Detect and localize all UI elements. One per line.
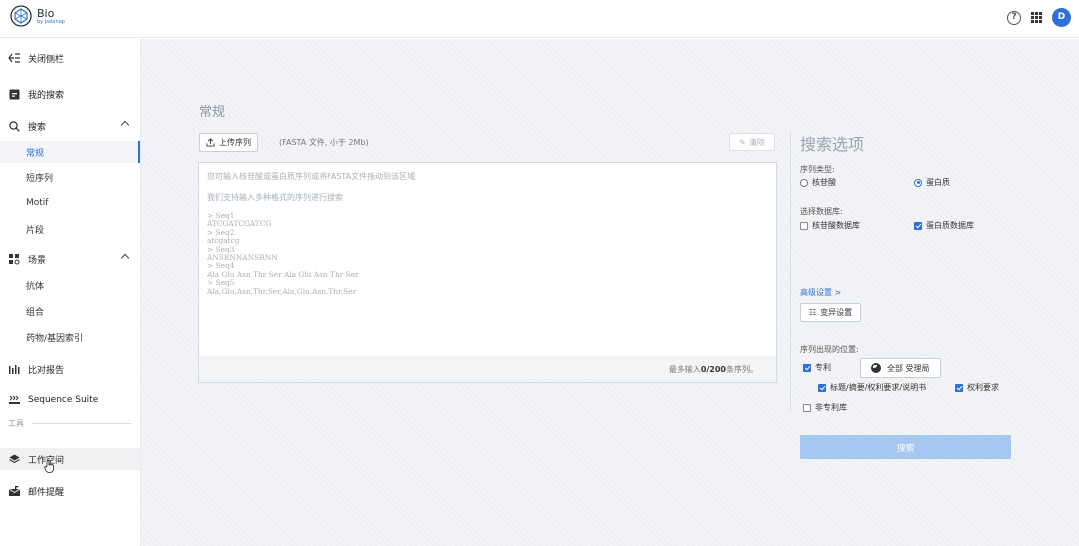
- grid-apps-icon[interactable]: [1031, 12, 1042, 23]
- sidebar-item-antibody[interactable]: 抗体: [0, 274, 140, 296]
- sidebar-item-label: 我的搜索: [28, 90, 65, 101]
- checkbox-checked-icon: [818, 383, 826, 392]
- checkbox-title-abstract[interactable]: 标题/摘要/权利要求/说明书: [818, 382, 926, 393]
- globe-icon: [871, 363, 881, 373]
- sidebar-group-label: 场景: [28, 255, 47, 266]
- sidebar-item-label: 比对报告: [28, 365, 65, 376]
- sequence-placeholder-line2: 我们支持输入多种格式的序列进行搜索: [207, 193, 343, 202]
- hand-pointer-cursor-icon: [44, 460, 54, 473]
- sidebar-collapse[interactable]: 关闭侧栏: [0, 47, 140, 69]
- main-content: 常规 上传序列 (FASTA 文件, 小于 2Mb) ✎ 清除 您可输入核苷酸或…: [141, 39, 1079, 546]
- radio-icon: [800, 178, 808, 187]
- sequence-placeholder-line1: 您可输入核苷酸或蛋白质序列或将FASTA文件拖动到该区域: [207, 172, 416, 181]
- upload-hint: (FASTA 文件, 小于 2Mb): [279, 138, 369, 147]
- app-byline: by patsnap: [37, 18, 65, 25]
- sidebar-item-fragment[interactable]: 片段: [0, 218, 140, 240]
- checkbox-icon: [800, 221, 808, 230]
- radio-protein[interactable]: 蛋白质: [914, 177, 950, 188]
- scene-grid-icon: [8, 253, 20, 265]
- radio-selected-icon: [914, 178, 922, 187]
- authority-select-button[interactable]: 全部 受理局: [860, 358, 941, 378]
- upload-button-label: 上传序列: [219, 138, 251, 147]
- clear-button-label: 清除: [748, 137, 765, 147]
- sequence-count: 最多输入0/200条序列。: [668, 365, 758, 374]
- sidebar-group-search[interactable]: 搜索: [0, 115, 140, 137]
- chevron-up-icon: [120, 253, 130, 263]
- sequence-placeholder-example: > Seq1 ATCGATCGATCG > Seq2 atcgatcg > Se…: [207, 211, 359, 296]
- page-title: 常规: [199, 105, 226, 120]
- sidebar-item-workspace[interactable]: 工作空间: [0, 448, 140, 473]
- suite-icon: [8, 394, 20, 406]
- sidebar-collapse-label: 关闭侧栏: [28, 54, 65, 65]
- tools-section-label: 工具: [8, 419, 24, 428]
- eraser-icon: ✎: [739, 137, 746, 147]
- sidebar-item-label: Sequence Suite: [28, 395, 99, 405]
- help-circle-icon[interactable]: ?: [1007, 10, 1021, 25]
- sidebar-group-scene[interactable]: 场景: [0, 248, 140, 270]
- app-logo[interactable]: Bio by patsnap: [10, 5, 65, 27]
- options-title: 搜索选项: [800, 135, 865, 154]
- sequence-footer: 最多输入0/200条序列。: [199, 356, 776, 382]
- checkbox-protein-db[interactable]: 蛋白质数据库: [914, 220, 974, 231]
- upload-icon: [206, 138, 215, 147]
- search-icon: [8, 120, 20, 132]
- tools-section-divider: 工具: [8, 418, 132, 429]
- advanced-settings-link[interactable]: 高级设置 >: [800, 287, 841, 298]
- sidebar-item-drug-gene-index[interactable]: 药物/基因索引: [0, 326, 140, 348]
- sidebar-item-my-search[interactable]: 我的搜索: [0, 83, 140, 105]
- sidebar: 关闭侧栏 我的搜索 搜索 常规 短序列 Motif 片段 场景 抗体 组合 药物…: [0, 39, 141, 546]
- checkbox-checked-icon: [955, 383, 963, 392]
- sequence-count-value: 0/200: [700, 365, 726, 374]
- checkbox-claims[interactable]: 权利要求: [955, 382, 999, 393]
- checkbox-non-patent[interactable]: 非专利库: [803, 402, 847, 413]
- radio-nucleotide[interactable]: 核苷酸: [800, 177, 836, 188]
- app-name: Bio: [37, 6, 55, 20]
- sidebar-item-compare-report[interactable]: 比对报告: [0, 358, 140, 380]
- sidebar-item-general[interactable]: 常规: [0, 141, 140, 163]
- chevron-up-icon: [120, 120, 130, 130]
- checkbox-checked-icon: [803, 363, 811, 372]
- logo-icon: [10, 5, 32, 27]
- clear-button[interactable]: ✎ 清除: [729, 133, 775, 151]
- checkbox-patent[interactable]: 专利: [803, 362, 831, 373]
- position-label: 序列出现的位置:: [800, 345, 859, 354]
- sequence-input[interactable]: 您可输入核苷酸或蛋白质序列或将FASTA文件拖动到该区域 我们支持输入多种格式的…: [198, 162, 777, 383]
- mail-alert-icon: [8, 485, 20, 497]
- sidebar-item-short-sequence[interactable]: 短序列: [0, 166, 140, 188]
- workspace-layers-icon: [8, 453, 20, 465]
- database-label: 选择数据库:: [800, 207, 843, 216]
- search-button[interactable]: 搜索: [800, 435, 1011, 459]
- sidebar-group-label: 搜索: [28, 122, 47, 133]
- seq-type-label: 序列类型:: [800, 165, 835, 174]
- sidebar-item-label: 邮件提醒: [28, 487, 65, 498]
- sidebar-item-sequence-suite[interactable]: Sequence Suite: [0, 389, 140, 411]
- upload-sequence-button[interactable]: 上传序列: [199, 133, 258, 152]
- checkbox-checked-icon: [914, 221, 922, 230]
- sidebar-item-motif[interactable]: Motif: [0, 192, 140, 214]
- user-avatar[interactable]: D: [1052, 8, 1071, 27]
- vertical-divider: [790, 131, 791, 411]
- checkbox-icon: [803, 403, 811, 412]
- bar-chart-icon: [8, 363, 20, 375]
- collapse-sidebar-icon: [8, 52, 20, 64]
- sidebar-item-combination[interactable]: 组合: [0, 300, 140, 322]
- sidebar-item-mail-alert[interactable]: 邮件提醒: [0, 480, 140, 502]
- variant-settings-button[interactable]: ☷ 变异设置: [800, 303, 862, 322]
- sliders-icon: ☷: [809, 308, 817, 317]
- top-bar: Bio by patsnap ? D: [0, 0, 1079, 38]
- checkbox-nucleotide-db[interactable]: 核苷酸数据库: [800, 220, 860, 231]
- saved-search-icon: [8, 88, 20, 100]
